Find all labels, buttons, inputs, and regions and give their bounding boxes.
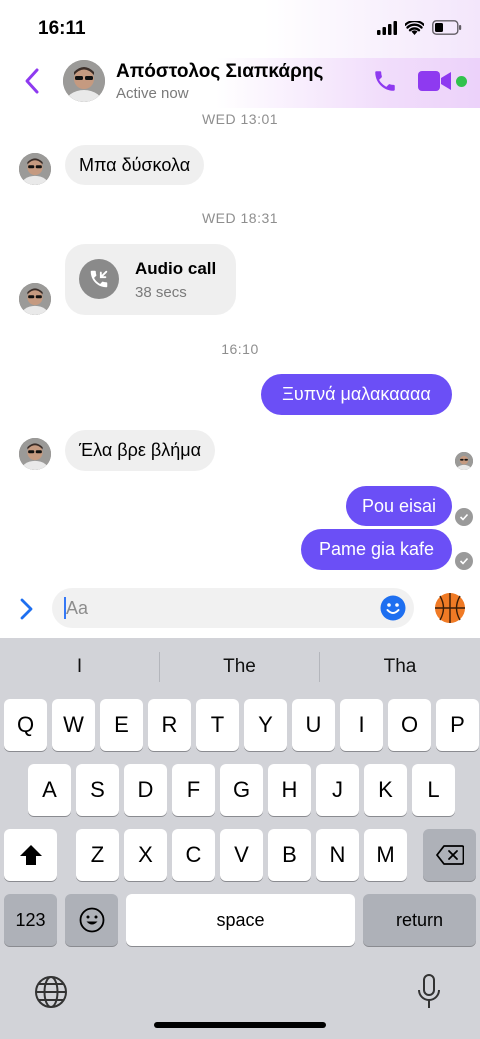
audio-call-bubble[interactable]: Audio call 38 secs — [65, 244, 236, 315]
contact-avatar[interactable] — [63, 60, 105, 102]
call-duration: 38 secs — [135, 284, 187, 301]
key-o[interactable]: O — [388, 699, 431, 751]
basketball-icon[interactable] — [434, 592, 466, 624]
key-f[interactable]: F — [172, 764, 215, 816]
key-y[interactable]: Y — [244, 699, 287, 751]
call-title: Audio call — [135, 259, 217, 278]
keyboard: I The Tha Q W E R T Y U I O P A S D F G … — [0, 638, 480, 1039]
shift-arrow-icon — [19, 845, 42, 865]
signal-icon — [377, 20, 397, 35]
key-p[interactable]: P — [436, 699, 479, 751]
status-bar: 16:11 — [0, 0, 480, 58]
missed-call-icon — [79, 259, 119, 299]
key-g[interactable]: G — [220, 764, 263, 816]
timestamp: 16:10 — [221, 341, 259, 357]
input-placeholder: Aa — [66, 598, 89, 618]
sender-avatar — [19, 283, 51, 315]
key-u[interactable]: U — [292, 699, 335, 751]
timestamp: WED 13:01 — [201, 111, 279, 127]
online-dot — [456, 76, 467, 87]
chat-header: Απόστολος Σιαπκάρης Active now — [0, 58, 480, 108]
phone-icon[interactable] — [372, 68, 398, 94]
incoming-message[interactable]: Έλα βρε βλήμα — [65, 430, 216, 471]
suggestion-1[interactable]: I — [0, 638, 159, 696]
timestamp: WED 18:31 — [201, 210, 279, 226]
home-indicator — [154, 1022, 326, 1028]
emoji-keyboard-key[interactable] — [65, 894, 118, 946]
key-l[interactable]: L — [412, 764, 455, 816]
wifi-icon — [405, 20, 424, 35]
outgoing-message[interactable]: Pame gia kafe — [301, 529, 452, 570]
key-r[interactable]: R — [148, 699, 191, 751]
key-h[interactable]: H — [268, 764, 311, 816]
sender-avatar — [19, 438, 51, 470]
microphone-icon[interactable] — [416, 974, 442, 1010]
message-input[interactable]: Aa — [52, 588, 414, 628]
key-x[interactable]: X — [124, 829, 167, 881]
key-n[interactable]: N — [316, 829, 359, 881]
key-i[interactable]: I — [340, 699, 383, 751]
key-d[interactable]: D — [124, 764, 167, 816]
key-s[interactable]: S — [76, 764, 119, 816]
return-key[interactable]: return — [363, 894, 476, 946]
key-e[interactable]: E — [100, 699, 143, 751]
emoji-icon[interactable] — [380, 595, 406, 621]
backspace-icon — [435, 845, 464, 865]
battery-icon — [432, 20, 462, 35]
key-a[interactable]: A — [28, 764, 71, 816]
shift-key[interactable] — [4, 829, 57, 881]
key-t[interactable]: T — [196, 699, 239, 751]
delivered-check-icon — [455, 508, 473, 526]
outgoing-message[interactable]: Ξυπνά μαλακαααα — [261, 374, 452, 415]
video-call-icon[interactable] — [418, 70, 452, 92]
suggestion-2[interactable]: The — [160, 638, 319, 696]
key-w[interactable]: W — [52, 699, 95, 751]
key-c[interactable]: C — [172, 829, 215, 881]
space-key[interactable]: space — [126, 894, 355, 946]
read-receipt-avatar — [455, 452, 473, 470]
numbers-key[interactable]: 123 — [4, 894, 57, 946]
key-b[interactable]: B — [268, 829, 311, 881]
delete-key[interactable] — [423, 829, 476, 881]
key-j[interactable]: J — [316, 764, 359, 816]
key-m[interactable]: M — [364, 829, 407, 881]
expand-chevron-icon[interactable] — [17, 596, 35, 622]
status-time: 16:11 — [38, 18, 86, 39]
contact-name[interactable]: Απόστολος Σιαπκάρης — [116, 61, 323, 83]
incoming-message[interactable]: Μπα δύσκολα — [65, 145, 205, 185]
outgoing-message[interactable]: Pou eisai — [346, 486, 452, 526]
key-z[interactable]: Z — [76, 829, 119, 881]
emoji-face-icon — [79, 907, 104, 933]
back-arrow-icon[interactable] — [22, 66, 44, 96]
key-v[interactable]: V — [220, 829, 263, 881]
key-q[interactable]: Q — [4, 699, 47, 751]
status-icons — [377, 20, 462, 35]
contact-status: Active now — [116, 85, 189, 102]
delivered-check-icon — [455, 552, 473, 570]
suggestion-3[interactable]: Tha — [320, 638, 480, 696]
key-k[interactable]: K — [364, 764, 407, 816]
message-composer: Aa — [0, 582, 480, 638]
sender-avatar — [19, 153, 51, 185]
globe-icon[interactable] — [34, 975, 68, 1009]
